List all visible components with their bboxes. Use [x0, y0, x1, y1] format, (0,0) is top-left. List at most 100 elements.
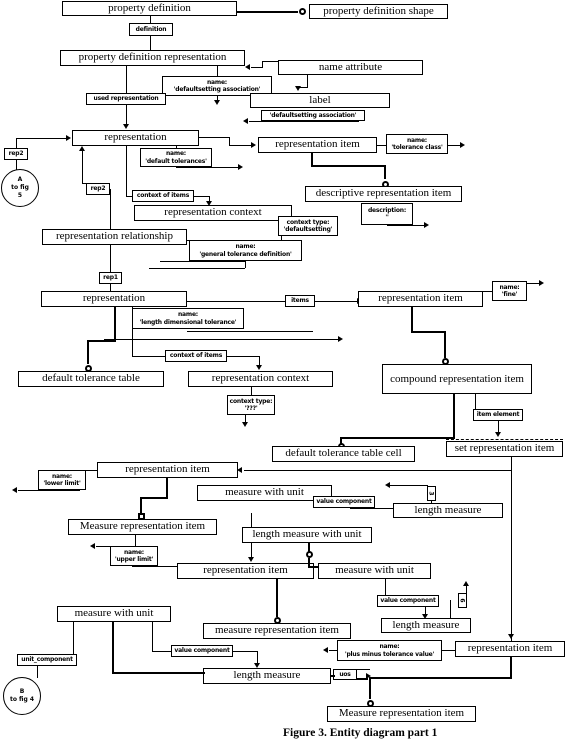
entity-length-measure-3[interactable]: length measure: [203, 668, 331, 684]
attribute-context-of-items-2[interactable]: context of items: [165, 350, 227, 362]
link-cri-down-h: [340, 437, 455, 439]
attribute-name-fine[interactable]: name: 'fine': [492, 281, 527, 301]
entity-measure-with-unit-1[interactable]: measure with unit: [197, 485, 332, 501]
attribute-line1: name:: [406, 136, 428, 144]
entity-property-definition-representation[interactable]: property definition representation: [60, 50, 245, 66]
entity-name-attribute[interactable]: name attribute: [278, 60, 423, 75]
attribute-definition[interactable]: definition: [129, 23, 173, 36]
arrowhead-lower-left: [12, 487, 17, 493]
entity-default-tolerance-table-cell[interactable]: default tolerance table cell: [272, 446, 415, 462]
attribute-value-component-2[interactable]: value component: [377, 595, 439, 607]
link-mwu3-to-unitcomp: [73, 622, 74, 654]
attribute-unit-component[interactable]: unit_component: [17, 654, 77, 666]
entity-measure-representation-item-3[interactable]: Measure representation item: [327, 706, 476, 722]
attribute-name-tolerance-class[interactable]: name: 'tolerance class': [386, 134, 448, 154]
entity-representation-item-2[interactable]: representation item: [358, 291, 483, 307]
entity-representation-1[interactable]: representation: [72, 130, 199, 146]
attribute-rep2-a[interactable]: rep2: [4, 148, 28, 160]
entity-property-definition[interactable]: property definition: [62, 1, 237, 16]
attribute-line1: name:: [123, 548, 145, 556]
entity-default-tolerance-table[interactable]: default tolerance table: [18, 371, 164, 387]
attribute-line1: name:: [379, 643, 400, 651]
link-lmwu-down: [308, 543, 310, 552]
page-connector-a-line3: 5: [17, 192, 23, 200]
attribute-line2: 'lower limit': [43, 480, 81, 487]
entity-measure-representation-item-1[interactable]: Measure representation item: [68, 519, 217, 535]
arrowhead-itemelement-down: [495, 432, 501, 437]
attribute-uos[interactable]: uos: [333, 669, 357, 680]
link-rep2-ctx-down: [132, 307, 133, 356]
arrowhead-into-repitem3: [237, 467, 242, 473]
attribute-context-of-items-1[interactable]: context of items: [132, 190, 194, 202]
attribute-description-empty[interactable]: description: '': [361, 203, 413, 225]
entity-measure-with-unit-2[interactable]: measure with unit: [318, 563, 431, 579]
link-into-repitem3: [244, 470, 511, 471]
entity-set-representation-item[interactable]: set representation item: [446, 441, 563, 457]
attribute-line2: 'fine': [501, 291, 518, 298]
link-rep1-to-repitem: [199, 137, 229, 138]
attribute-line1: name:: [499, 283, 520, 291]
link-repitem3-down: [166, 478, 168, 498]
arrowhead-rep2a-to-rep: [66, 135, 71, 141]
entity-length-measure-2[interactable]: length measure: [381, 618, 471, 633]
arrowhead-upper-left: [90, 543, 95, 549]
attribute-rep2-b[interactable]: rep2: [86, 183, 110, 195]
page-connector-a[interactable]: A to fig 5: [1, 169, 39, 207]
entity-property-definition-shape[interactable]: property definition shape: [309, 4, 448, 19]
link-repitem5-down-h: [369, 677, 512, 679]
attribute-defaultsetting-association-value[interactable]: 'defaultsetting association': [261, 110, 365, 121]
entity-length-measure-1[interactable]: length measure: [393, 503, 503, 518]
attribute-item-element[interactable]: item element: [473, 409, 523, 421]
link-rep2-down-h: [87, 340, 116, 342]
attribute-name-general-tolerance-definition[interactable]: name: 'general tolerance definition': [189, 240, 302, 261]
attribute-rep1[interactable]: rep1: [99, 272, 122, 284]
link-descempty-right: [387, 225, 426, 226]
entity-measure-representation-item-2[interactable]: measure representation item: [203, 623, 351, 639]
arrowhead-ctx2-down: [256, 365, 262, 370]
entity-representation-context-1[interactable]: representation context: [134, 205, 292, 221]
attribute-items[interactable]: items: [285, 295, 315, 307]
entity-descriptive-representation-item[interactable]: descriptive representation item: [305, 186, 462, 202]
attribute-line1: name:: [206, 78, 228, 86]
entity-compound-representation-item[interactable]: compound representation item: [382, 364, 532, 394]
link-mwu3-down-thick: [112, 622, 114, 674]
link-lower-left: [18, 490, 80, 491]
entity-label[interactable]: label: [250, 93, 390, 108]
subtype-circle-measure-with-unit-2: [306, 551, 313, 558]
entity-representation-context-2[interactable]: representation context: [188, 371, 333, 387]
entity-representation-relationship[interactable]: representation relationship: [42, 229, 187, 245]
subtype-circle-property-definition-shape: [299, 8, 306, 15]
entity-representation-item-3[interactable]: representation item: [97, 462, 238, 478]
attribute-value-component-3[interactable]: value component: [171, 645, 233, 657]
arrowhead-rep2b-up: [79, 146, 85, 151]
attribute-name-lower-limit[interactable]: name: 'lower limit': [38, 470, 86, 490]
attribute-used-representation[interactable]: used representation: [86, 93, 166, 105]
entity-representation-item-1[interactable]: representation item: [258, 137, 377, 153]
page-connector-b-line1: B: [19, 687, 25, 695]
entity-representation-item-5[interactable]: representation item: [455, 641, 565, 657]
arrowhead-defsetting-left: [243, 118, 248, 124]
page-connector-b[interactable]: B to fig 4: [3, 677, 41, 715]
link-num6-up: [466, 585, 467, 594]
attribute-name-upper-limit[interactable]: name: 'upper limit': [110, 546, 158, 566]
link-repitem2-down: [411, 307, 413, 332]
attribute-name-default-tolerances[interactable]: name: 'default tolerances': [140, 148, 212, 167]
attribute-context-type-defaultsetting[interactable]: context type: 'defaultsetting': [278, 216, 338, 236]
link-reprel-down: [110, 245, 111, 273]
entity-representation-item-4[interactable]: representation item: [177, 563, 314, 579]
link-uos-right: [356, 669, 370, 670]
attribute-value-component-1[interactable]: value component: [313, 496, 375, 508]
arrowhead-to-label: [295, 86, 301, 91]
link-repctx1-to-ctxtype: [292, 216, 302, 217]
link-ctx1-right: [194, 196, 209, 197]
entity-diagram-canvas: property definition property definition …: [0, 0, 569, 744]
entity-length-measure-with-unit[interactable]: length measure with unit: [242, 527, 372, 543]
attribute-name-length-dimensional-tolerance[interactable]: name: 'length dimensional tolerance': [132, 308, 244, 329]
attribute-name-plus-minus-tolerance-value[interactable]: name: 'plus minus tolerance value': [337, 640, 442, 661]
entity-measure-with-unit-3[interactable]: measure with unit: [57, 606, 171, 622]
link-repitem3-to-lower: [86, 470, 98, 471]
reference-number-6: 6: [458, 593, 467, 608]
entity-representation-2[interactable]: representation: [41, 291, 187, 307]
attribute-context-type-unknown[interactable]: context type: '???': [227, 395, 275, 415]
figure-caption: Figure 3. Entity diagram part 1: [283, 727, 438, 739]
